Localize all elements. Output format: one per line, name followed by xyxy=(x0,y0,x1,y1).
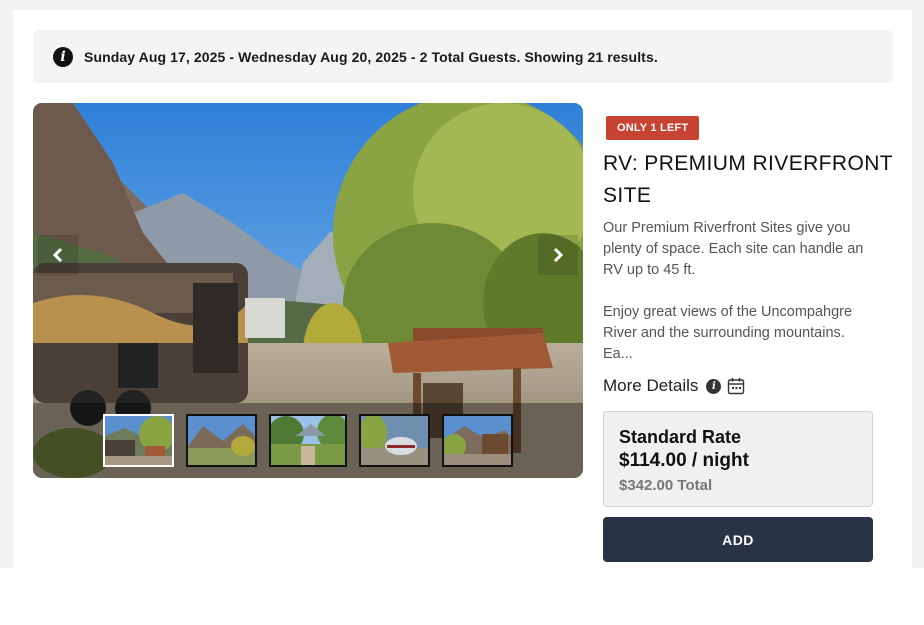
gallery-thumbnail[interactable] xyxy=(442,414,513,467)
listing-description: Our Premium Riverfront Sites give you pl… xyxy=(603,220,864,362)
listing-title: RV: PREMIUM RIVERFRONT SITE xyxy=(603,152,893,207)
chevron-left-icon xyxy=(52,247,63,263)
rate-total: $342.00 Total xyxy=(619,477,713,494)
add-button[interactable]: ADD xyxy=(603,517,873,562)
search-summary-bar: i Sunday Aug 17, 2025 - Wednesday Aug 20… xyxy=(33,30,893,83)
search-summary-text: Sunday Aug 17, 2025 - Wednesday Aug 20, … xyxy=(84,48,658,65)
chevron-right-icon xyxy=(553,247,564,263)
gallery-thumbnail[interactable] xyxy=(269,414,347,467)
calendar-icon[interactable] xyxy=(727,377,745,395)
gallery-thumbnail[interactable] xyxy=(103,414,174,467)
more-details-row[interactable]: More Details i xyxy=(603,376,745,396)
availability-badge: ONLY 1 LEFT xyxy=(606,116,700,140)
gallery-prev-button[interactable] xyxy=(38,235,78,275)
rate-card: Standard Rate $114.00 / night $342.00 To… xyxy=(603,411,873,507)
gallery-thumbnail[interactable] xyxy=(186,414,257,467)
gallery-thumbnail[interactable] xyxy=(359,414,430,467)
gallery-next-button[interactable] xyxy=(538,235,578,275)
photo-gallery[interactable] xyxy=(33,103,583,478)
rate-price: $114.00 / night xyxy=(619,450,749,471)
rate-name: Standard Rate xyxy=(619,427,742,447)
thumbnail-strip xyxy=(33,403,583,478)
info-circle-icon[interactable]: i xyxy=(706,378,722,394)
more-details-link[interactable]: More Details xyxy=(603,376,698,396)
info-circle-icon: i xyxy=(53,46,73,67)
